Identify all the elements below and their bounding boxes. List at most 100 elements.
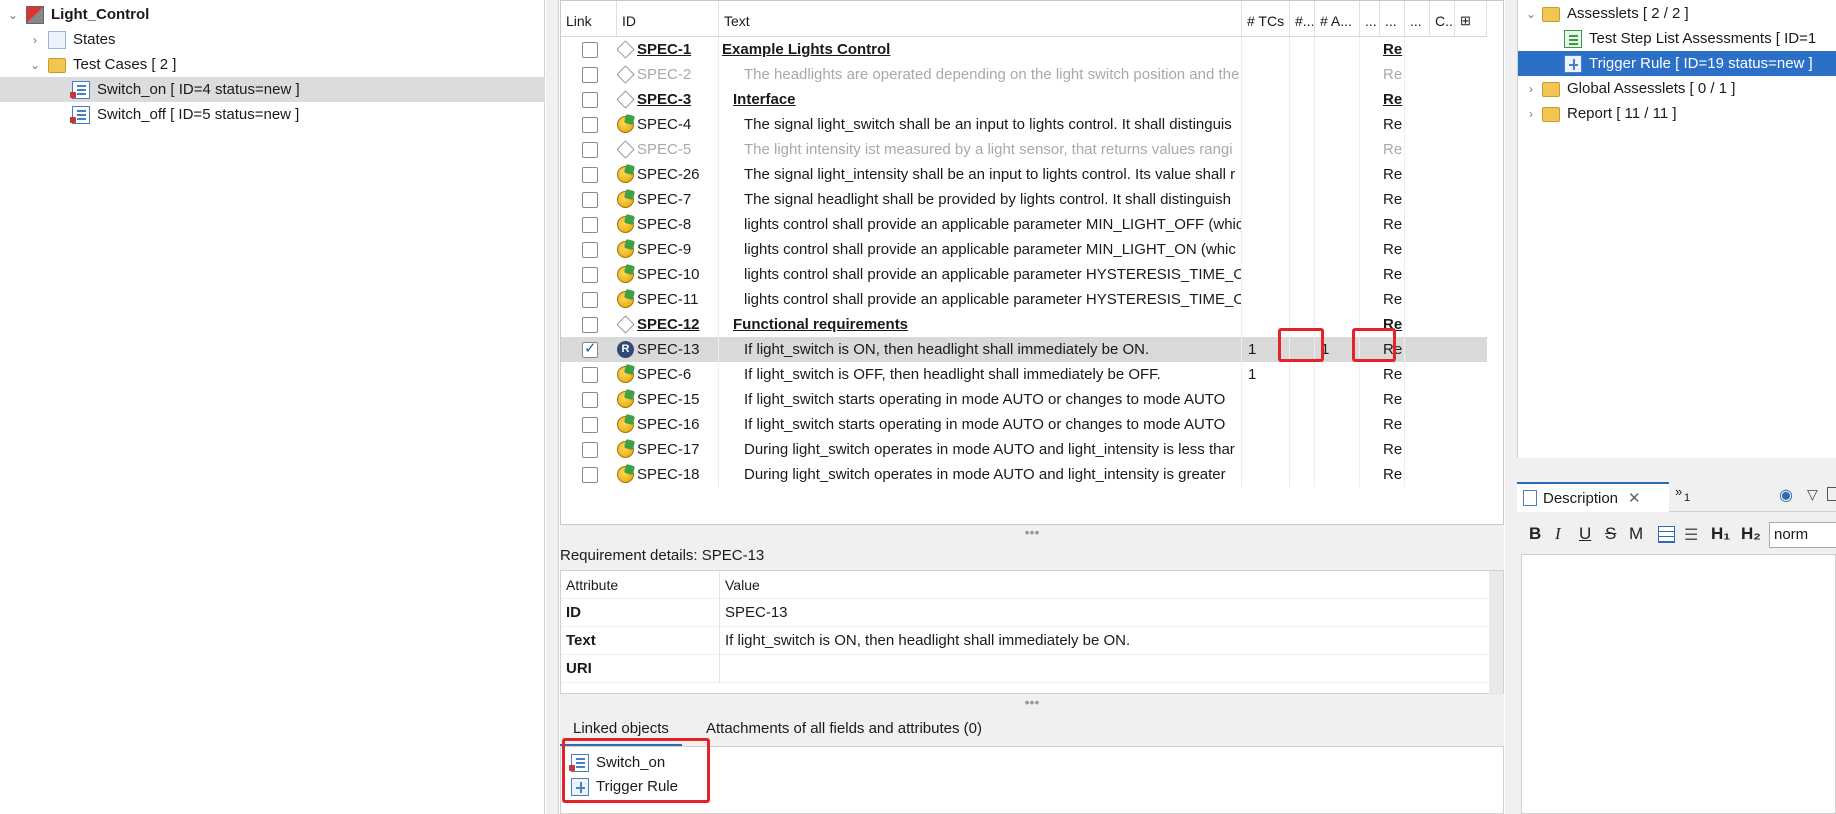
link-checkbox[interactable] (582, 442, 598, 458)
table-row[interactable]: SPEC-17 During light_switch operates in m… (561, 437, 1487, 462)
column-header-col8[interactable]: ... (1380, 1, 1405, 37)
link-checkbox[interactable] (582, 317, 598, 333)
table-row[interactable]: SPEC-18 During light_switch operates in m… (561, 462, 1487, 487)
column-chooser-icon[interactable]: ⊞ (1455, 1, 1487, 37)
link-checkbox[interactable] (582, 117, 598, 133)
chevron-down-icon[interactable]: ⌄ (28, 58, 42, 72)
table-row[interactable]: SPEC-7 The signal headlight shall be prov… (561, 187, 1487, 212)
tree-item-trigger-rule[interactable]: Trigger Rule [ ID=19 status=new ] (1518, 51, 1836, 76)
tree-item-label: Switch_on [ ID=4 status=new ] (97, 81, 300, 98)
underline-button[interactable]: U (1579, 524, 1591, 544)
column-header-id[interactable]: ID (617, 1, 719, 37)
chevron-right-icon[interactable]: › (28, 33, 42, 47)
attribute-row[interactable]: Text If light_switch is ON, then headlig… (561, 627, 1489, 655)
italic-button[interactable]: I (1555, 524, 1561, 544)
bold-button[interactable]: B (1529, 524, 1541, 544)
column-header-col7[interactable]: ... (1360, 1, 1380, 37)
re-cell: Re (1380, 112, 1405, 137)
close-icon[interactable]: ✕ (1628, 489, 1641, 507)
link-checkbox[interactable] (582, 242, 598, 258)
table-row[interactable]: SPEC-26 The signal light_intensity shall … (561, 162, 1487, 187)
assessments-cell (1315, 437, 1360, 462)
tree-item-switch-on[interactable]: Switch_on [ ID=4 status=new ] (0, 77, 545, 102)
table-row[interactable]: RSPEC-13If light_switch is ON, then head… (561, 337, 1487, 362)
strikethrough-button[interactable]: S (1605, 524, 1616, 544)
table-row[interactable]: SPEC-6 If light_switch is OFF, then headl… (561, 362, 1487, 387)
id-text: SPEC-18 (637, 466, 700, 483)
column-header-col10[interactable]: C... (1430, 1, 1455, 37)
view-menu-icon[interactable]: ▽ (1807, 486, 1818, 503)
chevron-down-icon[interactable]: ⌄ (6, 8, 20, 22)
tree-item-states[interactable]: › States (0, 27, 545, 52)
attribute-row[interactable]: ID SPEC-13 (561, 599, 1489, 627)
table-row[interactable]: SPEC-12 Functional requirements Re (561, 312, 1487, 337)
tree-item-global-assesslets[interactable]: › Global Assesslets [ 0 / 1 ] (1518, 76, 1836, 101)
id-text: SPEC-8 (637, 216, 692, 233)
tree-item-test-cases[interactable]: ⌄ Test Cases [ 2 ] (0, 52, 545, 77)
splitter[interactable] (546, 0, 559, 814)
chevron-right-icon[interactable]: › (1524, 82, 1538, 96)
heading1-button[interactable]: H₁ (1711, 524, 1730, 544)
column-header-col9[interactable]: ... (1405, 1, 1430, 37)
tab-description[interactable]: Description ✕ (1517, 482, 1669, 512)
table-row[interactable]: SPEC-10 lights control shall provide an a… (561, 262, 1487, 287)
overflow-icon[interactable]: » (1675, 484, 1682, 499)
table-row[interactable]: SPEC-15 If light_switch starts operating … (561, 387, 1487, 412)
table-row[interactable]: SPEC-8 lights control shall provide an ap… (561, 212, 1487, 237)
column-header-link[interactable]: Link (561, 1, 617, 37)
chevron-right-icon[interactable]: › (1524, 107, 1538, 121)
table-row[interactable]: SPEC-5 The light intensity ist measured b… (561, 137, 1487, 162)
link-checkbox[interactable] (582, 339, 598, 358)
monospace-button[interactable]: M (1629, 524, 1643, 544)
link-checkbox[interactable] (582, 417, 598, 433)
tree-item-assesslets[interactable]: ⌄ Assesslets [ 2 / 2 ] (1518, 1, 1836, 26)
link-checkbox[interactable] (582, 67, 598, 83)
column-header-text[interactable]: Text (719, 1, 1242, 37)
id-cell: SPEC-6 (617, 362, 719, 387)
format-select[interactable]: norm (1769, 522, 1836, 548)
column-header-value[interactable]: Value (719, 571, 1489, 599)
link-checkbox[interactable] (582, 142, 598, 158)
link-checkbox[interactable] (582, 292, 598, 308)
table-row[interactable]: SPEC-9 lights control shall provide an ap… (561, 237, 1487, 262)
view-icon[interactable]: ◉ (1779, 485, 1793, 505)
table-row[interactable]: SPEC-2 The headlights are operated depend… (561, 62, 1487, 87)
link-checkbox[interactable] (582, 217, 598, 233)
tree-item-switch-off[interactable]: Switch_off [ ID=5 status=new ] (0, 102, 545, 127)
list-icon[interactable]: ☰ (1684, 525, 1698, 545)
table-row[interactable]: SPEC-3 Interface Re (561, 87, 1487, 112)
link-checkbox[interactable] (582, 192, 598, 208)
column-header-attribute[interactable]: Attribute (566, 571, 618, 599)
description-editor[interactable] (1521, 554, 1836, 814)
sash-handle[interactable]: ••• (560, 525, 1504, 545)
table-row[interactable]: SPEC-1 Example Lights Control Re (561, 37, 1487, 62)
heading-icon (617, 65, 635, 84)
table-row[interactable]: SPEC-16 If light_switch starts operating … (561, 412, 1487, 437)
sash-handle[interactable]: ••• (560, 694, 1504, 712)
maximize-icon[interactable] (1827, 487, 1836, 501)
tab-attachments[interactable]: Attachments of all fields and attributes… (693, 712, 995, 746)
link-checkbox[interactable] (582, 367, 598, 383)
link-checkbox[interactable] (582, 92, 598, 108)
heading2-button[interactable]: H₂ (1741, 524, 1761, 544)
requirement-icon (617, 440, 634, 458)
tree-item-test-step-list[interactable]: Test Step List Assessments [ ID=1 (1518, 26, 1836, 51)
column-header-assessments[interactable]: # A... (1315, 1, 1360, 37)
table-row[interactable]: SPEC-11 lights control shall provide an a… (561, 287, 1487, 312)
link-checkbox[interactable] (582, 42, 598, 58)
column-header-col5[interactable]: #... (1290, 1, 1315, 37)
folder-icon (1542, 107, 1560, 122)
chevron-down-icon[interactable]: ⌄ (1524, 7, 1538, 21)
attribute-row[interactable]: URI (561, 655, 1489, 683)
link-checkbox[interactable] (582, 267, 598, 283)
tree-item-label: Global Assesslets [ 0 / 1 ] (1567, 80, 1736, 97)
link-checkbox[interactable] (582, 467, 598, 483)
table-icon[interactable] (1658, 526, 1675, 543)
link-checkbox[interactable] (582, 392, 598, 408)
tree-item-report[interactable]: › Report [ 11 / 11 ] (1518, 101, 1836, 126)
column-header-tcs[interactable]: # TCs (1242, 1, 1290, 37)
tree-root[interactable]: ⌄ Light_Control (0, 2, 545, 27)
link-checkbox[interactable] (582, 167, 598, 183)
table-row[interactable]: SPEC-4 The signal light_switch shall be a… (561, 112, 1487, 137)
vertical-scrollbar[interactable] (1489, 571, 1503, 695)
